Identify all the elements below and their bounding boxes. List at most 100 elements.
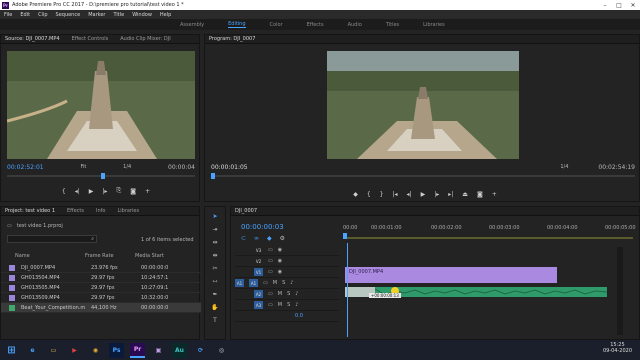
sync-lock-icon[interactable]: ▭	[268, 302, 273, 308]
menu-window[interactable]: Window	[132, 12, 152, 18]
eye-icon[interactable]: ◉	[278, 258, 282, 264]
tab-sequence[interactable]: DJI_0007	[235, 208, 257, 214]
track-select-tool-icon[interactable]: ⇥	[212, 226, 217, 233]
razor-tool-icon[interactable]: ✂	[212, 265, 217, 272]
solo-icon[interactable]: S	[287, 291, 290, 297]
workspace-libraries[interactable]: Libraries	[423, 22, 445, 28]
sync-icon[interactable]: ⟳	[193, 343, 208, 358]
start-button[interactable]: ⊞	[4, 343, 19, 358]
play-icon[interactable]: ▶	[421, 191, 426, 198]
sync-lock-icon[interactable]: ▭	[263, 280, 268, 286]
sync-lock-icon[interactable]: ▭	[268, 269, 273, 275]
program-scrub-bar[interactable]	[211, 173, 635, 179]
rolling-edit-tool-icon[interactable]: ⇼	[212, 252, 217, 259]
menu-edit[interactable]: Edit	[20, 12, 30, 18]
encoder-icon[interactable]: ▣	[151, 343, 166, 358]
mute-icon[interactable]: M	[278, 291, 282, 297]
source-playhead[interactable]	[101, 173, 105, 179]
master-volume[interactable]: 0.0	[295, 313, 303, 319]
wrench-icon[interactable]: ⚙	[280, 235, 285, 242]
insert-icon[interactable]: ⎘	[116, 187, 121, 195]
tab-program[interactable]: Program: DJI_0007	[209, 36, 255, 42]
mark-in-icon[interactable]: {	[62, 188, 66, 195]
solo-icon[interactable]: S	[282, 280, 285, 286]
menu-marker[interactable]: Marker	[88, 12, 105, 18]
tab-source[interactable]: Source: DJI_0007.MP4	[5, 36, 60, 42]
time-ruler[interactable]: 00:00 00:00:01:00 00:00:02:00 00:00:03:0…	[343, 223, 636, 243]
track-target-a2[interactable]: A2	[254, 290, 263, 298]
column-media-start[interactable]: Media Start	[135, 253, 164, 259]
minimize-button[interactable]: –	[598, 0, 612, 10]
mute-icon[interactable]: M	[273, 280, 277, 286]
workspace-audio[interactable]: Audio	[348, 22, 362, 28]
list-item[interactable]: DJI_0007.MP4 23.976 fps 00:00:00:0	[1, 263, 201, 273]
program-resolution-dropdown[interactable]: 1/4	[560, 164, 568, 170]
timeline-playhead[interactable]	[343, 233, 347, 239]
selection-tool-icon[interactable]: ➤	[212, 213, 217, 220]
menu-help[interactable]: Help	[160, 12, 171, 18]
add-marker-icon[interactable]: ◆	[267, 235, 272, 242]
photoshop-icon[interactable]: Ps	[109, 342, 124, 358]
sync-lock-icon[interactable]: ▭	[268, 291, 273, 297]
tab-libraries[interactable]: Libraries	[117, 208, 139, 214]
eye-icon[interactable]: ◉	[278, 269, 282, 275]
workspace-effects[interactable]: Effects	[307, 22, 324, 28]
slip-tool-icon[interactable]: ⇿	[212, 278, 217, 285]
menu-title[interactable]: Title	[113, 12, 124, 18]
audition-icon[interactable]: Au	[172, 342, 187, 358]
tab-info[interactable]: Info	[96, 208, 105, 214]
hand-tool-icon[interactable]: ✋	[211, 304, 218, 311]
solo-icon[interactable]: S	[287, 302, 290, 308]
work-area-bar[interactable]	[343, 237, 633, 239]
menu-sequence[interactable]: Sequence	[56, 12, 81, 18]
camera-icon[interactable]: ◙	[130, 188, 136, 195]
mark-out-icon[interactable]: }	[380, 191, 384, 198]
timeline-timecode[interactable]: 00:00:00:03	[241, 223, 284, 231]
track-target-v1[interactable]: V1	[254, 268, 263, 276]
step-back-icon[interactable]: ◂|	[75, 188, 80, 195]
mic-icon[interactable]: ♪	[295, 291, 298, 297]
linked-selection-icon[interactable]: ∞	[254, 235, 259, 242]
tab-project[interactable]: Project: test video 1	[5, 208, 55, 214]
close-button[interactable]: ✕	[626, 0, 640, 10]
explorer-icon[interactable]: ▭	[46, 343, 61, 358]
maximize-button[interactable]: □	[612, 0, 626, 10]
program-playhead[interactable]	[211, 173, 215, 179]
step-back-icon[interactable]: ◂|	[407, 191, 412, 198]
menu-clip[interactable]: Clip	[38, 12, 47, 18]
step-forward-icon[interactable]: |▸	[102, 188, 107, 195]
project-search-input[interactable]: ⌕	[7, 235, 97, 243]
media-player-icon[interactable]: ▶	[67, 343, 82, 358]
chrome-icon[interactable]: ◉	[88, 343, 103, 358]
source-resolution-dropdown[interactable]: 1/4	[123, 164, 131, 170]
workspace-titles[interactable]: Titles	[386, 22, 399, 28]
mic-icon[interactable]: ♪	[290, 280, 293, 286]
clock[interactable]: 15:25 09-04-2020	[603, 342, 632, 354]
source-scrub-bar[interactable]	[7, 173, 195, 179]
premiere-icon[interactable]: Pr	[130, 342, 145, 358]
go-to-out-icon[interactable]: ▸|	[448, 191, 453, 198]
mute-icon[interactable]: M	[278, 302, 282, 308]
step-forward-icon[interactable]: |▸	[434, 191, 439, 198]
snap-icon[interactable]: ⊂	[241, 235, 246, 242]
ie-icon[interactable]: e	[25, 343, 40, 358]
column-name[interactable]: Name	[15, 253, 85, 259]
video-clip[interactable]: DJI_0007.MP4	[345, 267, 557, 283]
list-item[interactable]: GH013504.MP4 29.97 fps 10:24:57:1	[1, 273, 201, 283]
list-item[interactable]: GH013505.MP4 29.97 fps 10:27:09:1	[1, 283, 201, 293]
source-patch-a1[interactable]: A1	[235, 279, 244, 287]
source-timecode[interactable]: 00:02:52:01	[7, 164, 44, 171]
workspace-color[interactable]: Color	[270, 22, 283, 28]
source-fit-dropdown[interactable]: Fit	[80, 164, 86, 170]
workspace-assembly[interactable]: Assembly	[180, 22, 204, 28]
track-target-a1[interactable]: A1	[249, 279, 258, 287]
camera-icon[interactable]: ◙	[477, 191, 483, 198]
eye-icon[interactable]: ◉	[278, 247, 282, 253]
add-button-icon[interactable]: +	[492, 191, 497, 198]
type-tool-icon[interactable]: T	[213, 317, 217, 324]
workspace-editing[interactable]: Editing	[228, 21, 246, 28]
list-item[interactable]: GH013509.MP4 29.97 fps 10:32:00:0	[1, 293, 201, 303]
obs-icon[interactable]: ◎	[214, 343, 229, 358]
lift-icon[interactable]: ⏏	[462, 191, 468, 198]
ripple-edit-tool-icon[interactable]: ⇹	[212, 239, 217, 246]
